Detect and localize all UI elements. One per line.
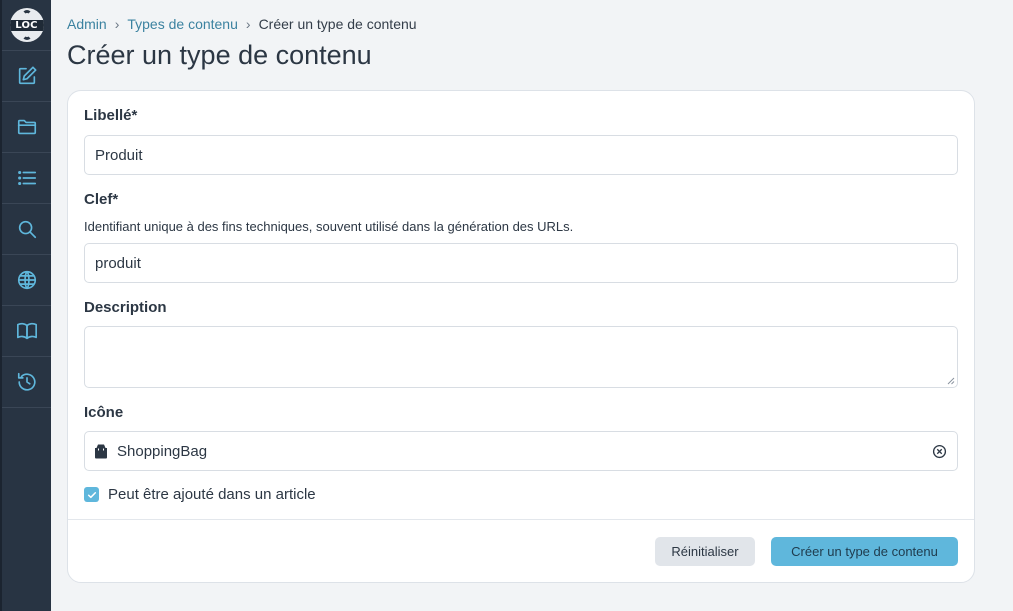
create-content-type-button[interactable]: Créer un type de contenu [771, 537, 958, 566]
shopping-bag-icon [95, 444, 107, 459]
sidebar-item-globe[interactable] [2, 255, 51, 306]
sidebar-item-edit[interactable] [2, 51, 51, 102]
embed-checkbox[interactable] [84, 487, 99, 502]
sidebar-item-list[interactable] [2, 153, 51, 204]
clear-icon[interactable] [932, 444, 947, 459]
sidebar-item-folder[interactable] [2, 102, 51, 153]
checkmark-icon [87, 491, 96, 498]
embed-checkbox-label: Peut être ajouté dans un article [108, 486, 316, 503]
edit-icon [18, 66, 37, 85]
reset-button[interactable]: Réinitialiser [655, 537, 755, 566]
list-icon [17, 170, 36, 186]
history-icon [17, 372, 36, 391]
embed-checkbox-row[interactable]: Peut être ajouté dans un article [84, 486, 316, 503]
search-icon [18, 220, 36, 239]
key-input-value: produit [95, 254, 141, 272]
sidebar-item-history[interactable] [2, 357, 51, 408]
icon-select-value: ShoppingBag [117, 442, 208, 460]
logo-text: LOC [15, 19, 38, 31]
label-input-value: Produit [95, 146, 143, 164]
folder-icon [17, 119, 36, 135]
icon-select[interactable]: ShoppingBag [84, 431, 958, 471]
form-footer: Réinitialiser Créer un type de contenu [68, 519, 974, 583]
resize-grip-icon[interactable] [947, 377, 955, 385]
description-field-label: Description [84, 299, 167, 316]
label-input[interactable]: Produit [84, 135, 958, 175]
form-card: Libellé* Produit Clef* Identifiant uniqu… [67, 90, 975, 583]
breadcrumb-content-types[interactable]: Types de contenu [127, 16, 238, 32]
book-icon [16, 322, 37, 340]
sidebar: LOC [0, 0, 51, 611]
breadcrumb: Admin › Types de contenu › Créer un type… [67, 16, 417, 32]
key-field-help: Identifiant unique à des fins techniques… [84, 219, 574, 234]
sidebar-item-book[interactable] [2, 306, 51, 357]
sidebar-item-search[interactable] [2, 204, 51, 255]
page-title: Créer un type de contenu [67, 40, 372, 70]
breadcrumb-admin[interactable]: Admin [67, 16, 107, 32]
description-textarea[interactable] [84, 326, 958, 388]
globe-icon [17, 270, 36, 290]
key-field-label: Clef* [84, 191, 119, 208]
breadcrumb-separator: › [114, 16, 120, 32]
breadcrumb-separator: › [245, 16, 251, 32]
logo[interactable]: LOC [2, 0, 51, 51]
icon-field-label: Icône [84, 404, 124, 421]
breadcrumb-current: Créer un type de contenu [258, 16, 417, 32]
logo-badge: LOC [9, 8, 44, 42]
label-field-label: Libellé* [84, 107, 138, 124]
key-input[interactable]: produit [84, 243, 958, 283]
